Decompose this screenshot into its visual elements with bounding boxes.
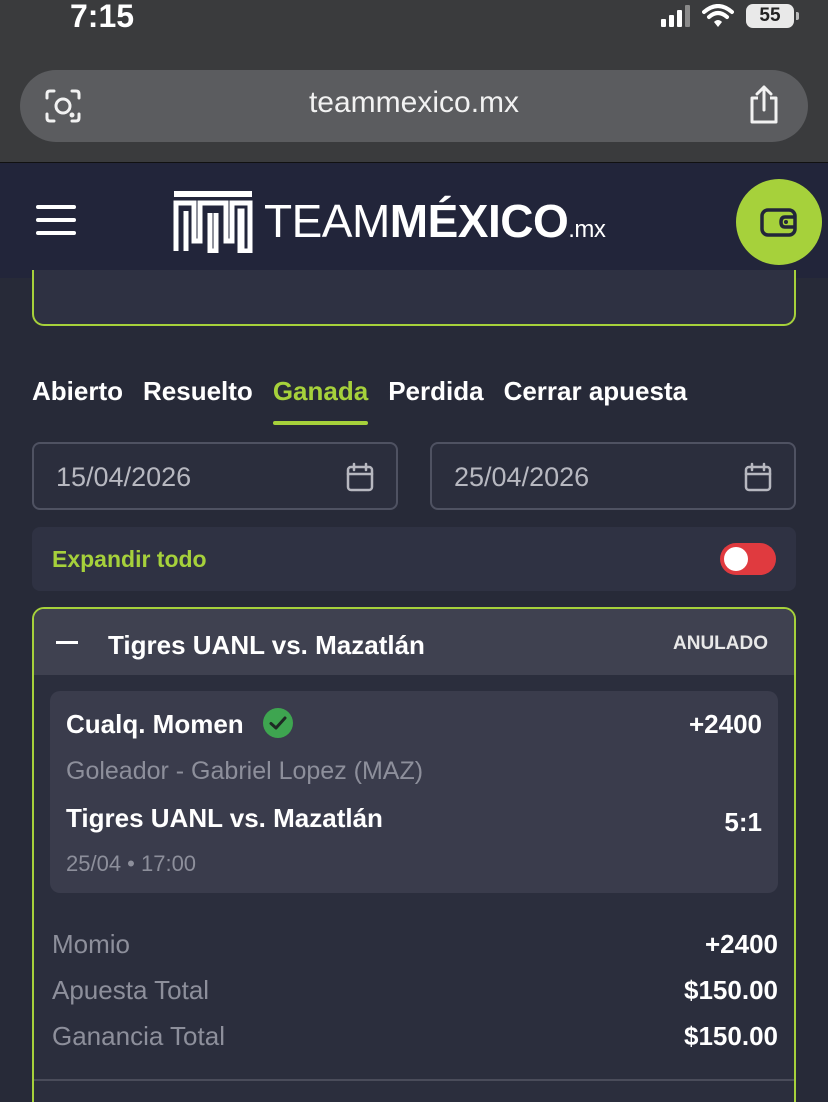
collapse-icon[interactable] — [56, 641, 78, 644]
date-from-value: 15/04/2026 — [56, 462, 192, 492]
summary-value: $150.00 — [684, 975, 778, 1005]
bet-card: Tigres UANL vs. Mazatlán ANULADO Cualq. … — [32, 607, 796, 1102]
site-header: TEAMMÉXICO.mx — [0, 162, 828, 278]
summary-label: Ganancia Total — [52, 1021, 225, 1051]
tab-ganada[interactable]: Ganada — [272, 376, 369, 425]
team-mexico-logo[interactable]: TEAMMÉXICO.mx — [172, 189, 606, 253]
date-to-input[interactable]: 25/04/2026 — [430, 442, 796, 510]
match-title: Tigres UANL vs. Mazatlán — [108, 630, 425, 660]
calendar-icon[interactable] — [346, 462, 374, 492]
bet-status-tabs: Abierto Resuelto Ganada Perdida Cerrar a… — [32, 376, 707, 425]
status-icons: 55 — [661, 4, 799, 28]
logo-mark-icon — [173, 191, 253, 253]
selection-event: Tigres UANL vs. Mazatlán — [66, 803, 383, 833]
tab-perdida[interactable]: Perdida — [388, 376, 483, 425]
logo-text-light: TEAM — [264, 195, 390, 247]
status-badge: ANULADO — [673, 633, 768, 654]
browser-chrome: 7:15 55 teammexico.mx — [0, 0, 828, 162]
tab-resuelto[interactable]: Resuelto — [143, 376, 253, 425]
wallet-icon — [760, 208, 797, 237]
summary-label: Momio — [52, 929, 131, 959]
calendar-icon[interactable] — [744, 462, 772, 492]
previous-section-box — [32, 270, 796, 326]
bet-card-header[interactable]: Tigres UANL vs. Mazatlán ANULADO — [34, 609, 794, 675]
tab-cerrar-apuesta[interactable]: Cerrar apuesta — [504, 376, 688, 425]
selection-score: 5:1 — [724, 807, 762, 837]
url-bar[interactable]: teammexico.mx — [20, 70, 808, 142]
selection-pick: Goleador - Gabriel Lopez (MAZ) — [66, 757, 424, 785]
status-time: 7:15 — [70, 0, 135, 34]
expand-all-toggle[interactable] — [720, 543, 776, 575]
selection-market: Cualq. Momen — [66, 709, 244, 739]
logo-text: TEAMMÉXICO.mx — [264, 194, 606, 248]
selection-datetime: 25/04 • 17:00 — [66, 851, 197, 876]
wifi-icon — [702, 4, 734, 27]
toggle-knob — [724, 547, 748, 571]
summary-value: $150.00 — [684, 1021, 778, 1051]
summary-label: Apuesta Total — [52, 975, 210, 1005]
bet-selection: Cualq. Momen +2400 Goleador - Gabriel Lo… — [50, 691, 778, 893]
share-icon[interactable] — [746, 84, 782, 126]
expand-all-row: Expandir todo — [32, 527, 796, 591]
check-circle-icon — [263, 708, 293, 738]
date-to-value: 25/04/2026 — [454, 462, 590, 492]
card-divider — [34, 1079, 794, 1081]
logo-text-bold: MÉXICO — [389, 195, 569, 247]
summary-value: +2400 — [704, 929, 778, 959]
menu-icon[interactable] — [36, 205, 76, 237]
expand-all-label: Expandir todo — [52, 546, 207, 572]
tab-abierto[interactable]: Abierto — [32, 376, 123, 425]
date-from-input[interactable]: 15/04/2026 — [32, 442, 398, 510]
url-text[interactable]: teammexico.mx — [20, 86, 808, 120]
logo-text-suffix: .mx — [568, 216, 606, 243]
selection-odds: +2400 — [688, 709, 762, 739]
signal-icon — [661, 5, 690, 27]
wallet-button[interactable] — [736, 179, 822, 265]
battery-icon: 55 — [746, 4, 799, 28]
